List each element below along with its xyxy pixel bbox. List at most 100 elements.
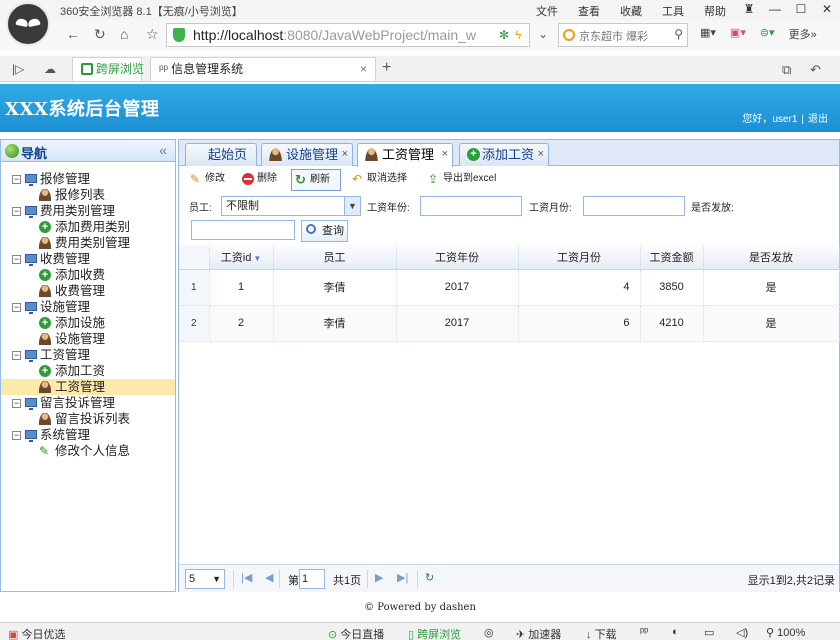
cancel-selection-button[interactable]: ↶ 取消选择 (349, 169, 407, 191)
window-icon[interactable]: ▭ (704, 626, 714, 639)
globe-icon[interactable]: ◐ (672, 626, 679, 638)
tree-group-salary[interactable]: − 工资管理 (1, 347, 175, 363)
column-header-month[interactable]: 工资月份 (518, 246, 641, 270)
search-icon[interactable]: ⚲ (674, 27, 683, 41)
menu-file[interactable]: 文件 (536, 3, 558, 19)
menu-help[interactable]: 帮助 (704, 3, 726, 19)
tree-item-edit-profile[interactable]: ✎ 修改个人信息 (1, 443, 175, 459)
more-menu[interactable]: 更多» (789, 26, 817, 42)
cloud-icon[interactable]: ☁ (44, 62, 56, 76)
delete-button[interactable]: 删除 (239, 169, 277, 191)
address-bar[interactable]: http://localhost:8080/JavaWebProject/mai… (166, 23, 530, 47)
speaker-icon[interactable]: ◁) (736, 626, 748, 639)
tree-group-complaint[interactable]: − 留言投诉管理 (1, 395, 175, 411)
employee-select[interactable]: 不限制 ▼ (221, 196, 361, 216)
collapse-toggle-icon[interactable]: − (12, 431, 21, 440)
table-row[interactable]: 1 1 李倩 2017 4 3850 是 (179, 269, 840, 306)
tab-facility-manage[interactable]: 设施管理 × (261, 143, 353, 166)
edit-button[interactable]: ✎ 修改 (187, 169, 225, 191)
export-excel-button[interactable]: ⇪ 导出到excel (425, 169, 496, 191)
refresh-green-icon[interactable]: ✻ (499, 28, 509, 42)
address-text[interactable]: http://localhost:8080/JavaWebProject/mai… (193, 27, 476, 43)
tree-item-facility-manage[interactable]: 设施管理 (1, 331, 175, 347)
page-number-input[interactable]: 1 (299, 569, 325, 589)
tree-item-complaint-list[interactable]: 留言投诉列表 (1, 411, 175, 427)
tree-group-facility[interactable]: − 设施管理 (1, 299, 175, 315)
cross-screen-link[interactable]: ▯ 跨屏浏览 (408, 626, 461, 640)
browser-icon[interactable]: ◎ (484, 626, 494, 639)
tree-item-charge-manage[interactable]: 收费管理 (1, 283, 175, 299)
tab-close-icon[interactable]: × (342, 144, 348, 165)
prev-page-icon[interactable]: ◀ (265, 571, 273, 584)
column-header-amount[interactable]: 工资金额 (640, 246, 704, 270)
tree-item-salary-manage[interactable]: 工资管理 (1, 379, 175, 395)
lightning-icon[interactable]: ϟ (515, 28, 521, 42)
collapse-toggle-icon[interactable]: − (12, 207, 21, 216)
tree-item-add-facility[interactable]: + 添加设施 (1, 315, 175, 331)
tree-item-add-fee-category[interactable]: + 添加费用类别 (1, 219, 175, 235)
restore-tab-icon[interactable]: ⧉ (782, 62, 791, 78)
search-text[interactable]: 京东超市 爆彩 (579, 28, 669, 44)
tree-group-fee-category[interactable]: − 费用类别管理 (1, 203, 175, 219)
month-input[interactable] (583, 196, 685, 216)
first-page-icon[interactable]: |◀ (241, 571, 252, 584)
sidebar-toggle-icon[interactable]: |▷ (12, 62, 24, 76)
back-icon[interactable]: ← (66, 26, 80, 42)
undo-tab-icon[interactable]: ↶ (810, 62, 821, 78)
column-header-id[interactable]: 工资id ▼ (209, 246, 274, 270)
tree-item-add-salary[interactable]: + 添加工资 (1, 363, 175, 379)
reload-icon[interactable]: ↻ (94, 26, 106, 43)
collapse-toggle-icon[interactable]: − (12, 399, 21, 408)
column-header-paid[interactable]: 是否发放 (703, 246, 840, 270)
collapse-toggle-icon[interactable]: − (12, 175, 21, 184)
shirt-icon[interactable]: ♜ (736, 0, 762, 20)
browser-search[interactable]: 京东超市 爆彩 ⚲ (558, 23, 688, 47)
tab-close-icon[interactable]: × (360, 58, 367, 80)
chevron-down-icon[interactable]: ⌄ (538, 27, 548, 41)
maximize-icon[interactable]: ☐ (788, 0, 814, 20)
accelerator-link[interactable]: ✈ 加速器 (516, 626, 561, 640)
menu-view[interactable]: 查看 (578, 3, 600, 19)
page-icon[interactable]: ᵖᵖ (640, 626, 648, 638)
home-icon[interactable]: ⌂ (120, 26, 128, 42)
tab-cross-screen[interactable]: 跨屏浏览 (72, 57, 144, 81)
tab-salary-manage[interactable]: 工资管理 × (357, 143, 453, 167)
download-link[interactable]: ↓ 下载 (586, 626, 617, 640)
zoom-level[interactable]: ⚲ 100% (766, 626, 805, 639)
tab-close-icon[interactable]: × (538, 144, 544, 165)
grid-icon[interactable]: ▦▾ (700, 26, 716, 42)
tree-group-charge[interactable]: − 收费管理 (1, 251, 175, 267)
table-row[interactable]: 2 2 李倩 2017 6 4210 是 (179, 305, 840, 342)
tab-add-salary[interactable]: + 添加工资 × (459, 143, 549, 166)
query-button[interactable]: 查询 (301, 220, 348, 242)
collapse-icon[interactable]: « (159, 142, 167, 158)
tab-info-system[interactable]: ᵖᵖ 信息管理系统 × (150, 57, 376, 81)
collapse-toggle-icon[interactable]: − (12, 255, 21, 264)
new-tab-icon[interactable]: + (382, 59, 391, 77)
tree-group-system[interactable]: − 系统管理 (1, 427, 175, 443)
last-page-icon[interactable]: ▶| (397, 571, 408, 584)
tree-group-repair[interactable]: − 报修管理 (1, 171, 175, 187)
chevron-down-icon[interactable]: ▼ (344, 197, 360, 215)
collapse-toggle-icon[interactable]: − (12, 351, 21, 360)
column-header-year[interactable]: 工资年份 (396, 246, 519, 270)
star-icon[interactable]: ☆ (146, 26, 159, 43)
logout-link[interactable]: 退出 (808, 114, 828, 125)
close-icon[interactable]: ✕ (814, 0, 840, 20)
menu-tools[interactable]: 工具 (662, 3, 684, 19)
tab-close-icon[interactable]: × (442, 144, 448, 165)
today-picks[interactable]: ▣ 今日优选 (8, 626, 65, 640)
chevron-down-icon[interactable]: ▼ (212, 570, 221, 588)
tab-start-page[interactable]: 起始页 (185, 143, 257, 166)
year-input[interactable] (420, 196, 522, 216)
tree-item-fee-category-manage[interactable]: 费用类别管理 (1, 235, 175, 251)
tree-item-add-charge[interactable]: + 添加收费 (1, 267, 175, 283)
refresh-button[interactable]: ↻ 刷新 (291, 169, 341, 191)
favorite-icon[interactable]: ▣▾ (730, 26, 746, 42)
column-header-employee[interactable]: 员工 (273, 246, 397, 270)
live-link[interactable]: ⊙ 今日直播 (328, 626, 384, 640)
minimize-icon[interactable]: — (762, 0, 788, 20)
safety-icon[interactable]: ⊜▾ (760, 26, 775, 42)
reload-icon[interactable]: ↻ (425, 571, 434, 584)
next-page-icon[interactable]: ▶ (375, 571, 383, 584)
